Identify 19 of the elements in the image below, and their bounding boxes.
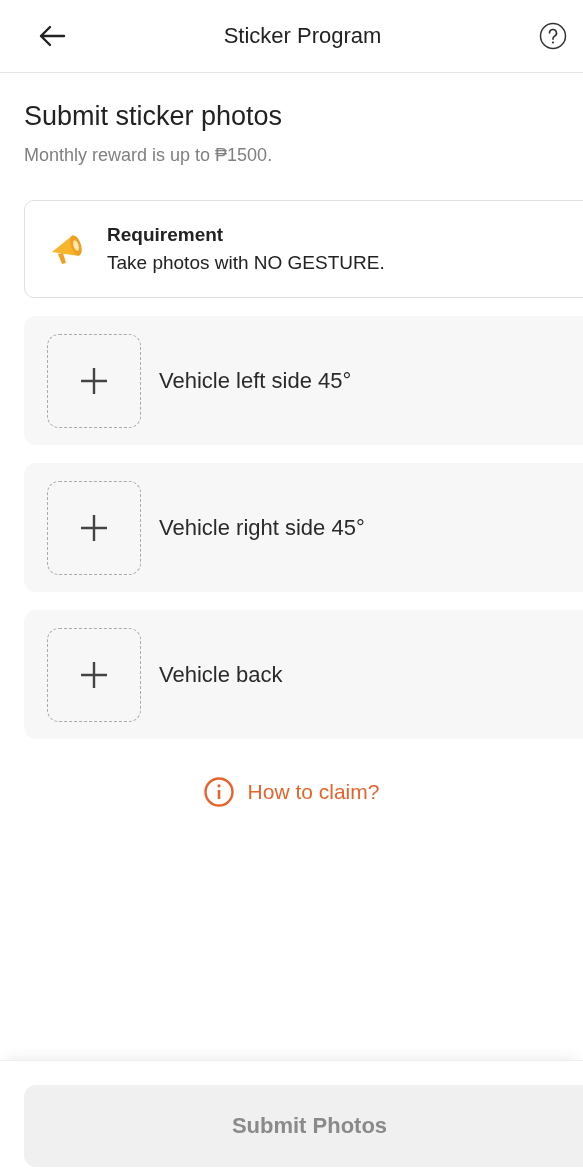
reward-text: Monthly reward is up to ₱1500.: [24, 145, 274, 166]
page-title: Sticker Program: [223, 23, 382, 49]
help-icon: [539, 22, 567, 50]
requirement-text: Take photos with NO GESTURE.: [107, 252, 385, 274]
plus-icon: [80, 366, 108, 395]
slot-label: Vehicle back: [159, 661, 283, 688]
add-photo-button[interactable]: [47, 333, 141, 428]
requirement-title: Requirement: [107, 224, 225, 246]
plus-icon: [80, 660, 108, 689]
slot-label: Vehicle left side 45°: [159, 367, 352, 394]
slot-label: Vehicle right side 45°: [159, 514, 365, 541]
page-heading: Submit sticker photos: [24, 101, 284, 132]
info-icon: [203, 777, 234, 807]
plus-icon: [80, 513, 108, 542]
how-to-claim-link[interactable]: How to claim?: [203, 777, 380, 807]
add-photo-button[interactable]: [47, 627, 141, 722]
add-photo-button[interactable]: [47, 480, 141, 575]
help-button[interactable]: [537, 20, 569, 52]
back-arrow-icon: [38, 24, 66, 48]
